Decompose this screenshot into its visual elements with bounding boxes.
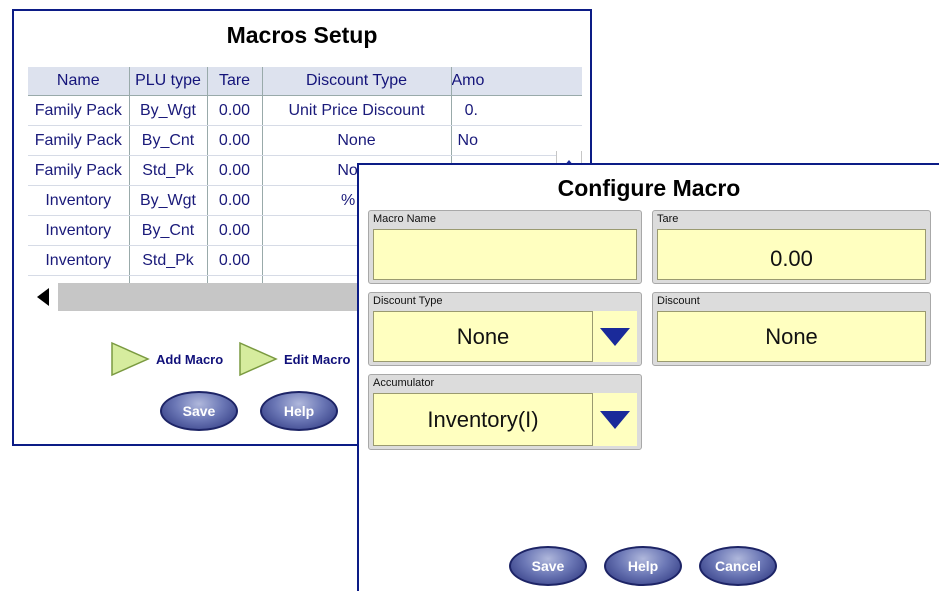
column-header[interactable]: PLU type xyxy=(128,67,207,96)
table-cell: Inventory xyxy=(28,185,129,216)
add-macro-button[interactable]: Add Macro xyxy=(110,341,223,377)
discount-type-label: Discount Type xyxy=(373,295,443,307)
table-cell: 0.00 xyxy=(206,245,262,276)
table-cell: 0.00 xyxy=(206,125,262,156)
table-cell: By_Cnt xyxy=(128,125,207,156)
table-cell: Inventory xyxy=(28,245,129,276)
table-cell: Unit Price Discount xyxy=(261,95,451,126)
column-header[interactable]: Name xyxy=(28,67,129,96)
macros-setup-title: Macros Setup xyxy=(226,22,378,48)
configure-cancel-button[interactable]: Cancel xyxy=(699,546,777,586)
configure-cancel-label: Cancel xyxy=(715,558,761,574)
discount-input[interactable]: None xyxy=(657,311,926,362)
macro-name-label: Macro Name xyxy=(373,213,436,225)
save-button-label: Save xyxy=(182,403,216,419)
table-row[interactable]: Family Pack By_Cnt 0.00 None No xyxy=(28,125,582,156)
column-header[interactable]: Discount Type xyxy=(261,67,451,96)
help-button[interactable]: Help xyxy=(260,391,338,431)
discount-label: Discount xyxy=(657,295,700,307)
configure-save-button[interactable]: Save xyxy=(509,546,587,586)
chevron-down-icon[interactable] xyxy=(593,311,637,362)
column-header[interactable]: Amo xyxy=(450,67,582,96)
table-cell: 0.00 xyxy=(206,155,262,186)
macro-name-input[interactable] xyxy=(373,229,637,280)
table-row[interactable]: Family Pack By_Wgt 0.00 Unit Price Discount… xyxy=(28,95,582,126)
configure-macro-panel: Configure Macro Macro Name Tare 0.00 Dis… xyxy=(357,163,939,591)
table-header-row: Name PLU type Tare Discount Type Amo xyxy=(28,67,582,96)
configure-help-button[interactable]: Help xyxy=(604,546,682,586)
scroll-left-icon[interactable] xyxy=(28,283,58,311)
tare-input[interactable]: 0.00 xyxy=(657,229,926,280)
table-cell: Family Pack xyxy=(28,125,129,156)
column-header[interactable]: Tare xyxy=(206,67,262,96)
help-button-label: Help xyxy=(283,403,315,419)
table-cell: 0.00 xyxy=(206,185,262,216)
accumulator-label: Accumulator xyxy=(373,377,435,389)
table-cell: By_Wgt xyxy=(128,95,207,126)
tare-field[interactable]: Tare 0.00 xyxy=(652,210,931,284)
table-cell: Std_Pk xyxy=(128,245,207,276)
edit-macro-button[interactable]: Edit Macro xyxy=(238,341,350,377)
tare-label: Tare xyxy=(657,213,679,225)
chevron-down-icon[interactable] xyxy=(593,393,637,446)
play-arrow-icon xyxy=(111,341,150,377)
configure-help-label: Help xyxy=(627,558,659,574)
table-cell: By_Cnt xyxy=(128,215,207,246)
table-cell: By_Wgt xyxy=(128,185,207,216)
discount-type-field[interactable]: Discount Type None xyxy=(368,292,642,366)
edit-macro-label: Edit Macro xyxy=(284,351,351,367)
configure-macro-title: Configure Macro xyxy=(557,175,741,201)
table-cell: 0.00 xyxy=(206,215,262,246)
table-cell: Std_Pk xyxy=(128,155,207,186)
table-cell: Family Pack xyxy=(28,155,129,186)
accumulator-select[interactable]: Inventory(I) xyxy=(373,393,593,446)
add-macro-label: Add Macro xyxy=(156,351,224,367)
table-cell: 0. xyxy=(450,95,582,126)
macro-name-field[interactable]: Macro Name xyxy=(368,210,642,284)
table-cell: 0.00 xyxy=(206,95,262,126)
discount-field[interactable]: Discount None xyxy=(652,292,931,366)
configure-save-label: Save xyxy=(531,558,565,574)
save-button[interactable]: Save xyxy=(160,391,238,431)
play-arrow-icon xyxy=(239,341,278,377)
table-cell: Family Pack xyxy=(28,95,129,126)
table-cell: Inventory xyxy=(28,215,129,246)
table-cell: None xyxy=(261,125,451,156)
discount-type-select[interactable]: None xyxy=(373,311,593,362)
accumulator-field[interactable]: Accumulator Inventory(I) xyxy=(368,374,642,450)
